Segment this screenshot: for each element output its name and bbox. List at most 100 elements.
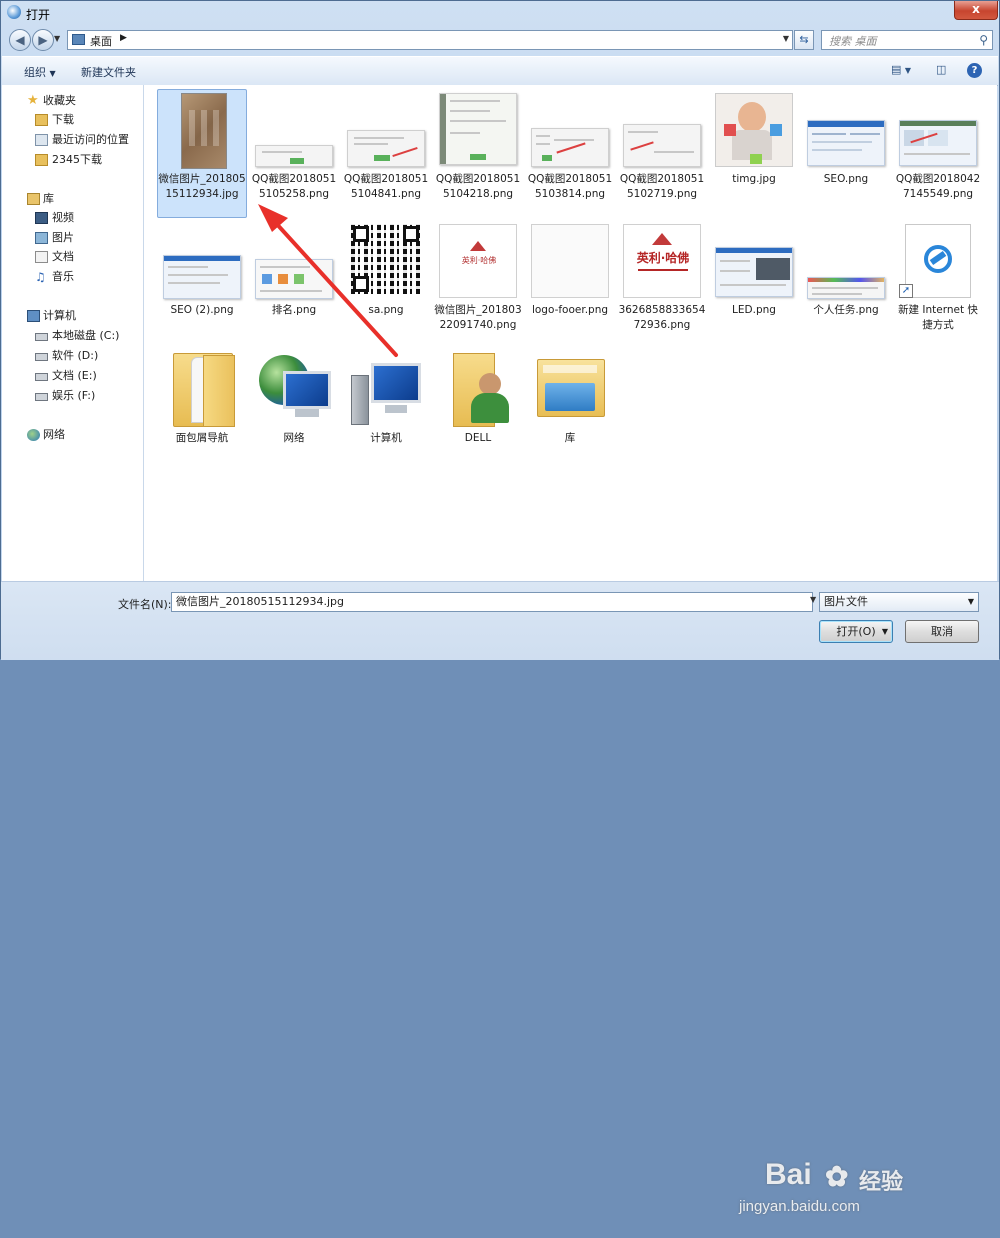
view-dropdown-icon: ▼ (904, 66, 912, 75)
network-icon (27, 429, 40, 441)
qr-code-thumbnail (347, 221, 425, 299)
refresh-icon: ⇆ (799, 33, 809, 46)
close-button[interactable]: x (954, 1, 998, 20)
nav-computer-label: 计算机 (43, 309, 76, 322)
back-arrow-icon: ◀ (15, 33, 25, 47)
file-item[interactable]: SEO.png (801, 90, 891, 187)
filename-dropdown-icon[interactable]: ▼ (810, 595, 816, 604)
file-item[interactable]: SEO (2).png (157, 221, 247, 318)
screenshot-thumbnail (163, 221, 241, 299)
preview-pane-button[interactable]: ◫ (936, 63, 946, 78)
nav-favorites[interactable]: ★ 收藏夹 (2, 92, 142, 110)
network-item[interactable]: 网络 (249, 349, 339, 446)
file-name: QQ截图20180427145549.png (895, 173, 981, 200)
file-name: 新建 Internet 快捷方式 (898, 304, 978, 331)
filetype-select[interactable]: 图片文件 ▼ (819, 592, 979, 612)
address-bar[interactable]: 桌面 ▶ ▼ (67, 30, 793, 50)
nav-recent-label: 最近访问的位置 (52, 133, 129, 146)
nav-item-2345-downloads[interactable]: 2345下载 (2, 151, 142, 169)
screenshot-thumbnail (623, 90, 701, 168)
file-item[interactable]: QQ截图20180427145549.png (893, 90, 983, 202)
harry-logo-text: 英利·哈佛 (461, 256, 497, 265)
breadcrumb-chevron-icon[interactable]: ▶ (120, 33, 127, 43)
file-item[interactable]: logo-fooer.png (525, 221, 615, 318)
file-item[interactable]: 个人任务.png (801, 221, 891, 318)
file-item[interactable]: ➚ 新建 Internet 快捷方式 (893, 221, 983, 333)
file-item[interactable]: 英利·哈佛 微信图片_20180322091740.png (433, 221, 523, 333)
file-item[interactable]: LED.png (709, 221, 799, 318)
nav-item-downloads[interactable]: 下载 (2, 111, 142, 129)
nav-documents-label: 文档 (52, 250, 74, 263)
window-title: 打开 (26, 8, 51, 22)
library-icon (531, 349, 609, 427)
nav-item-music[interactable]: ♫ 音乐 (2, 268, 142, 286)
nav-drive-f-label: 娱乐 (F:) (52, 389, 96, 402)
nav-videos-label: 视频 (52, 211, 74, 224)
nav-computer[interactable]: 计算机 (2, 307, 142, 325)
music-library-icon: ♫ (35, 270, 46, 284)
computer-item[interactable]: 计算机 (341, 349, 431, 446)
blank-image-thumbnail (531, 221, 609, 299)
new-folder-button[interactable]: 新建文件夹 (81, 64, 136, 80)
nav-item-documents[interactable]: 文档 (2, 248, 142, 266)
file-name: 排名.png (271, 304, 317, 316)
file-name: QQ截图20180515105258.png (251, 173, 337, 200)
file-item[interactable]: sa.png (341, 221, 431, 318)
organize-button[interactable]: 组织 ▼ (24, 64, 56, 80)
nav-item-pictures[interactable]: 图片 (2, 229, 142, 247)
search-icon[interactable]: ⚲ (979, 33, 988, 47)
logo-thumbnail: 英利·哈佛 (439, 221, 517, 299)
computer-name: 计算机 (370, 432, 402, 444)
open-options-dropdown-icon[interactable]: ▼ (882, 621, 888, 642)
nav-item-drive-e[interactable]: 文档 (E:) (2, 367, 142, 385)
filename-input[interactable]: 微信图片_20180515112934.jpg (171, 592, 813, 612)
navigation-pane: ★ 收藏夹 下载 最近访问的位置 2345下载 库 视频 图片 文档 ♫ 音乐 … (2, 85, 144, 581)
nav-libraries[interactable]: 库 (2, 190, 142, 208)
file-item[interactable]: QQ截图20180515104841.png (341, 90, 431, 202)
file-item[interactable]: timg.jpg (709, 90, 799, 187)
file-item[interactable]: QQ截图20180515104218.png (433, 90, 523, 202)
app-icon (7, 5, 21, 19)
file-name: SEO (2).png (170, 304, 234, 316)
file-item[interactable]: 排名.png (249, 221, 339, 318)
nav-item-drive-c[interactable]: 本地磁盘 (C:) (2, 327, 142, 345)
user-folder-item[interactable]: DELL (433, 349, 523, 446)
nav-network[interactable]: 网络 (2, 426, 142, 444)
screenshot-thumbnail (899, 90, 977, 168)
library-icon (27, 193, 40, 205)
nav-item-videos[interactable]: 视频 (2, 209, 142, 227)
address-location[interactable]: 桌面 (90, 33, 112, 49)
open-button[interactable]: 打开(O) ▼ (819, 620, 893, 643)
file-item[interactable]: QQ截图20180515105258.png (249, 90, 339, 202)
file-name: QQ截图20180515102719.png (619, 173, 705, 200)
file-item[interactable]: QQ截图20180515102719.png (617, 90, 707, 202)
library-item[interactable]: 库 (525, 349, 615, 446)
shortcut-arrow-icon: ➚ (899, 284, 913, 298)
nav-item-drive-f[interactable]: 娱乐 (F:) (2, 387, 142, 405)
view-options-button[interactable]: ▤ ▼ (891, 63, 911, 78)
file-name: 微信图片_20180322091740.png (434, 304, 522, 331)
file-item[interactable]: QQ截图20180515103814.png (525, 90, 615, 202)
file-item[interactable]: 英利·哈佛 362685883365472936.png (617, 221, 707, 333)
nav-item-drive-d[interactable]: 软件 (D:) (2, 347, 142, 365)
folder-item[interactable]: 面包屑导航 (157, 349, 247, 446)
help-icon[interactable]: ? (967, 63, 982, 78)
nav-item-recent-places[interactable]: 最近访问的位置 (2, 131, 142, 149)
folder-icon (35, 154, 48, 166)
view-icon: ▤ (891, 63, 902, 76)
forward-button[interactable]: ▶ (32, 29, 54, 51)
screenshot-thumbnail (807, 90, 885, 168)
search-input[interactable]: 搜索 桌面 ⚲ (821, 30, 993, 50)
open-button-label: 打开(O) (836, 625, 876, 638)
screenshot-thumbnail (807, 221, 885, 299)
address-dropdown-icon[interactable]: ▼ (783, 34, 789, 43)
cancel-button[interactable]: 取消 (905, 620, 979, 643)
video-library-icon (35, 212, 48, 224)
file-item[interactable]: 微信图片_20180515112934.jpg (157, 89, 247, 218)
file-name: logo-fooer.png (531, 304, 609, 316)
refresh-button[interactable]: ⇆ (794, 30, 814, 50)
file-name: SEO.png (823, 173, 869, 185)
back-button[interactable]: ◀ (9, 29, 31, 51)
recent-pages-chevron-icon[interactable]: ▼ (54, 34, 60, 43)
screenshot-thumbnail (347, 90, 425, 168)
